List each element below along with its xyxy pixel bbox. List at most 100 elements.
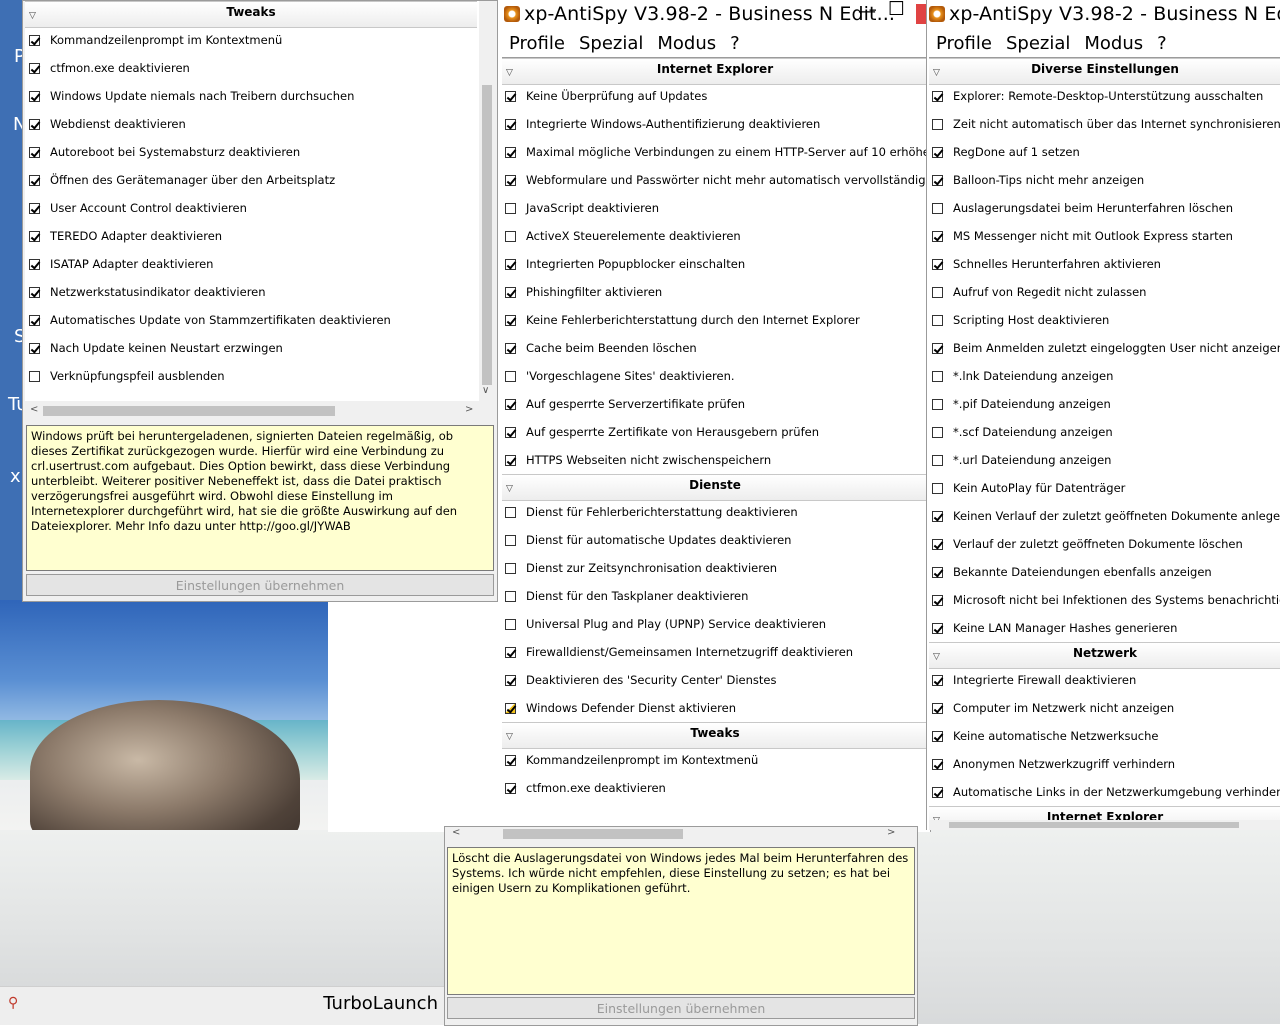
checkbox-checked[interactable] xyxy=(932,786,943,798)
setting-row[interactable]: Keinen Verlauf der zuletzt geöffneten Do… xyxy=(932,502,1280,530)
setting-row[interactable]: ctfmon.exe deaktivieren xyxy=(29,54,469,82)
section-header[interactable]: ▽ Diverse Einstellungen xyxy=(929,58,1280,85)
menu-spezial[interactable]: Spezial xyxy=(572,33,650,54)
checkbox-checked[interactable] xyxy=(932,342,943,354)
checkbox-checked[interactable] xyxy=(29,230,40,242)
checkbox-checked[interactable] xyxy=(932,258,943,270)
checkbox-checked[interactable] xyxy=(505,782,516,794)
setting-row[interactable]: HTTPS Webseiten nicht zwischenspeichern xyxy=(505,446,925,474)
title-bar[interactable]: xp-AntiSpy V3.98-2 - Business N Edit... … xyxy=(500,0,930,28)
setting-row[interactable]: Öffnen des Gerätemanager über den Arbeit… xyxy=(29,166,469,194)
chevron-down-icon[interactable]: ▽ xyxy=(506,63,513,84)
checkbox-checked[interactable] xyxy=(932,90,943,102)
setting-row[interactable]: Balloon-Tips nicht mehr anzeigen xyxy=(932,166,1280,194)
checkbox-unchecked[interactable] xyxy=(932,202,943,214)
chevron-down-icon[interactable]: ▽ xyxy=(933,647,940,668)
left-horizontal-scrollbar[interactable]: < > xyxy=(25,403,479,419)
checkbox-checked[interactable] xyxy=(505,674,516,686)
setting-row[interactable]: Auslagerungsdatei beim Herunterfahren lö… xyxy=(932,194,1280,222)
setting-row[interactable]: Zeit nicht automatisch über das Internet… xyxy=(932,110,1280,138)
scroll-right-arrow-icon[interactable]: > xyxy=(465,404,473,415)
checkbox-checked[interactable] xyxy=(505,342,516,354)
setting-row[interactable]: RegDone auf 1 setzen xyxy=(932,138,1280,166)
checkbox-checked[interactable] xyxy=(29,118,40,130)
checkbox-unchecked[interactable] xyxy=(505,370,516,382)
setting-row[interactable]: Bekannte Dateiendungen ebenfalls anzeige… xyxy=(932,558,1280,586)
checkbox-unchecked[interactable] xyxy=(505,562,516,574)
checkbox-checked[interactable] xyxy=(29,258,40,270)
checkbox-checked[interactable] xyxy=(505,90,516,102)
checkbox-checked[interactable] xyxy=(932,146,943,158)
scroll-right-arrow-icon[interactable]: > xyxy=(887,827,895,838)
setting-row[interactable]: Integrierte Firewall deaktivieren xyxy=(932,666,1280,694)
checkbox-checked[interactable] xyxy=(29,62,40,74)
setting-row[interactable]: Automatische Links in der Netzwerkumgebu… xyxy=(932,778,1280,806)
setting-row[interactable]: ctfmon.exe deaktivieren xyxy=(505,774,925,802)
setting-row[interactable]: Auf gesperrte Zertifikate von Herausgebe… xyxy=(505,418,925,446)
apply-settings-button[interactable]: Einstellungen übernehmen xyxy=(26,574,494,596)
section-header[interactable]: ▽ Dienste xyxy=(502,474,928,501)
checkbox-checked[interactable] xyxy=(932,730,943,742)
setting-row[interactable]: Anonymen Netzwerkzugriff verhindern xyxy=(932,750,1280,778)
setting-row[interactable]: Explorer: Remote-Desktop-Unterstützung a… xyxy=(932,82,1280,110)
setting-row[interactable]: Verlauf der zuletzt geöffneten Dokumente… xyxy=(932,530,1280,558)
checkbox-checked[interactable] xyxy=(932,230,943,242)
apply-settings-button[interactable]: Einstellungen übernehmen xyxy=(447,997,915,1019)
setting-row[interactable]: Microsoft nicht bei Infektionen des Syst… xyxy=(932,586,1280,614)
setting-row[interactable]: Maximal mögliche Verbindungen zu einem H… xyxy=(505,138,930,166)
setting-row[interactable]: *.url Dateiendung anzeigen xyxy=(932,446,1280,474)
setting-row[interactable]: Computer im Netzwerk nicht anzeigen xyxy=(932,694,1280,722)
scrollbar-thumb[interactable] xyxy=(503,829,683,839)
setting-row[interactable]: User Account Control deaktivieren xyxy=(29,194,469,222)
setting-row[interactable]: ActiveX Steuerelemente deaktivieren xyxy=(505,222,925,250)
checkbox-unchecked[interactable] xyxy=(505,202,516,214)
setting-row[interactable]: Keine Fehlerberichterstattung durch den … xyxy=(505,306,925,334)
setting-row[interactable]: Integrierte Windows-Authentifizierung de… xyxy=(505,110,925,138)
checkbox-checked[interactable] xyxy=(29,174,40,186)
setting-row[interactable]: JavaScript deaktivieren xyxy=(505,194,925,222)
setting-row[interactable]: *.lnk Dateiendung anzeigen xyxy=(932,362,1280,390)
checkbox-checked[interactable] xyxy=(932,174,943,186)
checkbox-checked[interactable] xyxy=(932,538,943,550)
setting-row[interactable]: Windows Defender Dienst aktivieren xyxy=(505,694,925,722)
setting-row[interactable]: MS Messenger nicht mit Outlook Express s… xyxy=(932,222,1280,250)
chevron-down-icon[interactable]: ▽ xyxy=(506,479,513,500)
checkbox-checked[interactable] xyxy=(505,702,516,714)
setting-row[interactable]: *.scf Dateiendung anzeigen xyxy=(932,418,1280,446)
setting-row[interactable]: Autoreboot bei Systemabsturz deaktiviere… xyxy=(29,138,469,166)
setting-row[interactable]: Dienst für Fehlerberichterstattung deakt… xyxy=(505,498,925,526)
setting-row[interactable]: Deaktivieren des 'Security Center' Diens… xyxy=(505,666,925,694)
setting-row[interactable]: Scripting Host deaktivieren xyxy=(932,306,1280,334)
minimize-button[interactable]: — xyxy=(858,1,876,22)
checkbox-checked[interactable] xyxy=(932,758,943,770)
setting-row[interactable]: Phishingfilter aktivieren xyxy=(505,278,925,306)
setting-row[interactable]: Aufruf von Regedit nicht zulassen xyxy=(932,278,1280,306)
setting-row[interactable]: *.pif Dateiendung anzeigen xyxy=(932,390,1280,418)
checkbox-checked[interactable] xyxy=(932,622,943,634)
setting-row[interactable]: Automatisches Update von Stammzertifikat… xyxy=(29,306,469,334)
menu-help[interactable]: ? xyxy=(723,33,747,54)
checkbox-checked[interactable] xyxy=(932,566,943,578)
scrollbar-thumb[interactable] xyxy=(482,85,492,385)
setting-row[interactable]: 'Vorgeschlagene Sites' deaktivieren. xyxy=(505,362,925,390)
checkbox-unchecked[interactable] xyxy=(932,314,943,326)
checkbox-unchecked[interactable] xyxy=(932,118,943,130)
checkbox-checked[interactable] xyxy=(29,34,40,46)
turbolaunch-icon[interactable]: ⚲ xyxy=(8,995,18,1011)
setting-row[interactable]: Kommandzeilenprompt im Kontextmenü xyxy=(29,26,469,54)
checkbox-checked[interactable] xyxy=(29,314,40,326)
setting-row[interactable]: Kein AutoPlay für Datenträger xyxy=(932,474,1280,502)
setting-row[interactable]: ISATAP Adapter deaktivieren xyxy=(29,250,469,278)
checkbox-unchecked[interactable] xyxy=(505,230,516,242)
checkbox-unchecked[interactable] xyxy=(932,482,943,494)
checkbox-checked[interactable] xyxy=(29,202,40,214)
setting-row[interactable]: Cache beim Beenden löschen xyxy=(505,334,925,362)
setting-row[interactable]: Firewalldienst/Gemeinsamen Internetzugri… xyxy=(505,638,925,666)
checkbox-checked[interactable] xyxy=(29,146,40,158)
turbolaunch-label[interactable]: TurboLaunch xyxy=(323,993,438,1014)
chevron-down-icon[interactable]: ▽ xyxy=(29,6,36,27)
checkbox-checked[interactable] xyxy=(505,646,516,658)
checkbox-checked[interactable] xyxy=(29,90,40,102)
checkbox-unchecked[interactable] xyxy=(505,506,516,518)
checkbox-checked[interactable] xyxy=(29,342,40,354)
